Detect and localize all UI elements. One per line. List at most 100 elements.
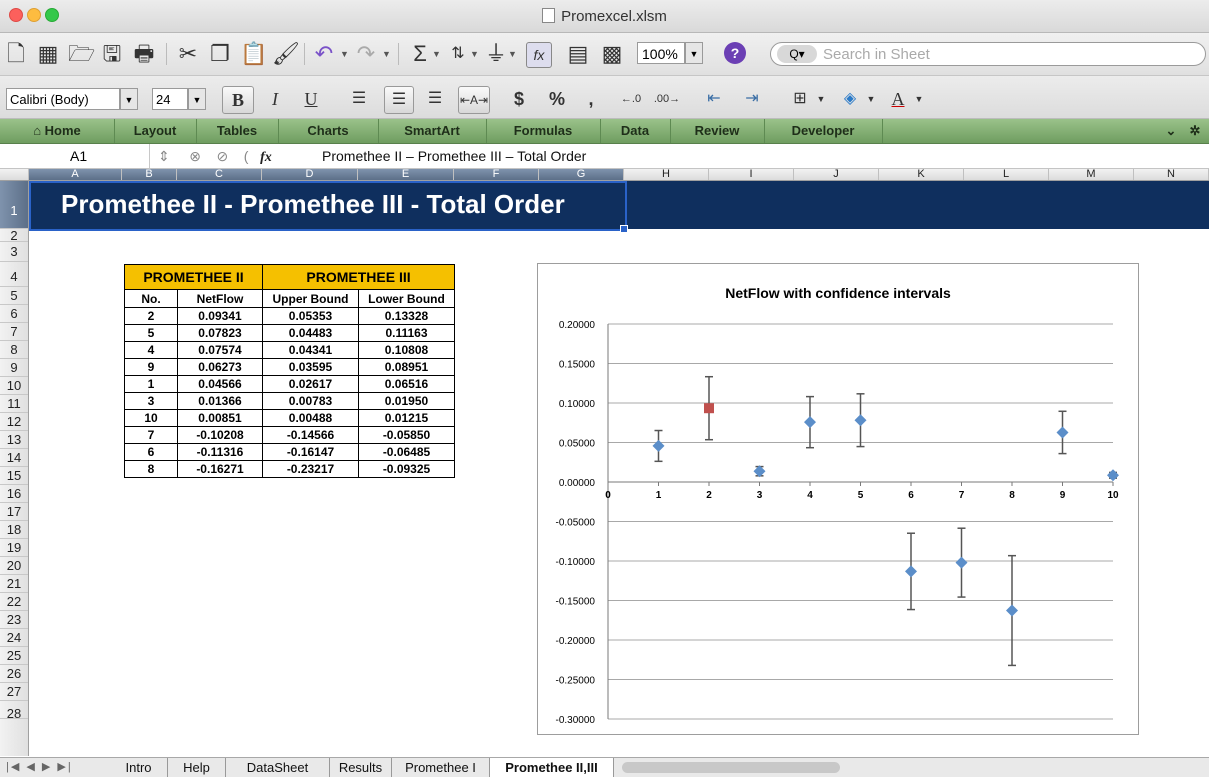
row-header-9[interactable]: 9: [0, 359, 28, 377]
table-cell[interactable]: 0.04483: [262, 324, 359, 342]
table-cell[interactable]: -0.14566: [262, 426, 359, 444]
font-color-icon[interactable]: A: [886, 86, 910, 112]
format-painter-icon[interactable]: 🖌: [272, 42, 300, 66]
tab-smartart[interactable]: SmartArt: [378, 119, 487, 143]
tab-review[interactable]: Review: [670, 119, 765, 143]
sort-icon[interactable]: ⇅: [446, 42, 470, 66]
print-icon[interactable]: 🖶: [132, 42, 156, 66]
row-header-19[interactable]: 19: [0, 539, 28, 557]
name-box-stepper-icon[interactable]: ⇕: [158, 148, 170, 164]
row-header-2[interactable]: 2: [0, 229, 28, 242]
table-cell[interactable]: 0.01366: [177, 392, 263, 410]
column-header-j[interactable]: J: [794, 169, 879, 180]
row-header-13[interactable]: 13: [0, 431, 28, 449]
decrease-indent-icon[interactable]: ⇤: [700, 86, 728, 112]
row-header-23[interactable]: 23: [0, 611, 28, 629]
table-cell[interactable]: 0.08951: [358, 358, 455, 376]
insert-function-button[interactable]: fx: [260, 150, 272, 165]
row-header-24[interactable]: 24: [0, 629, 28, 647]
fill-color-dropdown-icon[interactable]: ▼: [864, 86, 878, 112]
italic-button[interactable]: I: [262, 86, 288, 112]
row-header-16[interactable]: 16: [0, 485, 28, 503]
table-cell[interactable]: 0.07574: [177, 341, 263, 359]
table-cell[interactable]: 0.05353: [262, 307, 359, 325]
table-cell[interactable]: 7: [124, 426, 178, 444]
table-cell[interactable]: -0.05850: [358, 426, 455, 444]
row-header-26[interactable]: 26: [0, 665, 28, 683]
table-cell[interactable]: -0.16147: [262, 443, 359, 461]
row-header-22[interactable]: 22: [0, 593, 28, 611]
sheet-tab-intro[interactable]: Intro: [110, 758, 168, 777]
row-header-10[interactable]: 10: [0, 377, 28, 395]
row-header-6[interactable]: 6: [0, 305, 28, 323]
tab-developer[interactable]: Developer: [764, 119, 883, 143]
sheet-tab-results[interactable]: Results: [330, 758, 392, 777]
column-header-g[interactable]: G: [539, 169, 624, 180]
table-cell[interactable]: 5: [124, 324, 178, 342]
row-header-5[interactable]: 5: [0, 287, 28, 305]
table-cell[interactable]: 0.01950: [358, 392, 455, 410]
gallery-toggle-icon[interactable]: ▤: [566, 42, 590, 66]
row-header-3[interactable]: 3: [0, 242, 28, 262]
font-name-field[interactable]: Calibri (Body): [6, 88, 120, 110]
row-header-20[interactable]: 20: [0, 557, 28, 575]
row-header-1[interactable]: 1: [0, 181, 28, 229]
row-header-17[interactable]: 17: [0, 503, 28, 521]
open-icon[interactable]: 🗁: [68, 42, 95, 66]
underline-button[interactable]: U: [298, 86, 324, 112]
wrap-text-icon[interactable]: ⇤A⇥: [458, 86, 490, 114]
bold-button[interactable]: B: [222, 86, 254, 114]
table-cell[interactable]: 1: [124, 375, 178, 393]
autosum-dropdown-icon[interactable]: ▼: [432, 49, 441, 59]
toolbox-icon[interactable]: ▩: [600, 42, 624, 66]
align-center-icon[interactable]: ☰: [384, 86, 414, 114]
tab-data[interactable]: Data: [600, 119, 671, 143]
borders-dropdown-icon[interactable]: ▼: [814, 86, 828, 112]
help-icon[interactable]: ?: [724, 42, 746, 64]
promethee-iii-header[interactable]: PROMETHEE III: [262, 264, 455, 290]
percent-icon[interactable]: %: [544, 86, 570, 112]
ribbon-settings-icon[interactable]: ✲: [1184, 119, 1206, 143]
align-left-icon[interactable]: ☰: [346, 86, 372, 112]
search-input[interactable]: Search in Sheet: [823, 46, 930, 63]
table-cell[interactable]: -0.10208: [177, 426, 263, 444]
table-cell[interactable]: 0.00851: [177, 409, 263, 427]
font-size-field[interactable]: 24: [152, 88, 188, 110]
row-header-4[interactable]: 4: [0, 262, 28, 287]
increase-indent-icon[interactable]: ⇥: [738, 86, 766, 112]
row-header-25[interactable]: 25: [0, 647, 28, 665]
promethee-ii-header[interactable]: PROMETHEE II: [124, 264, 263, 290]
column-header-l[interactable]: L: [964, 169, 1049, 180]
table-cell[interactable]: 0.07823: [177, 324, 263, 342]
formula-input[interactable]: Promethee II – Promethee III – Total Ord…: [322, 144, 586, 168]
table-cell[interactable]: 0.09341: [177, 307, 263, 325]
row-header-12[interactable]: 12: [0, 413, 28, 431]
search-icon[interactable]: Q▾: [777, 45, 817, 63]
row-header-18[interactable]: 18: [0, 521, 28, 539]
table-cell[interactable]: -0.06485: [358, 443, 455, 461]
decrease-decimal-icon[interactable]: .00→: [652, 86, 682, 112]
row-header-14[interactable]: 14: [0, 449, 28, 467]
table-cell[interactable]: 8: [124, 460, 178, 478]
cancel-icon[interactable]: ⊗: [189, 148, 201, 164]
row-header-28[interactable]: 28: [0, 701, 28, 721]
name-box[interactable]: A1: [0, 144, 150, 168]
table-cell[interactable]: 0.13328: [358, 307, 455, 325]
undo-icon[interactable]: ↶: [312, 42, 336, 66]
table-cell[interactable]: -0.23217: [262, 460, 359, 478]
table-cell[interactable]: 0.00783: [262, 392, 359, 410]
table-cell[interactable]: 0.01215: [358, 409, 455, 427]
save-icon[interactable]: 🖫: [100, 42, 124, 66]
table-cell[interactable]: 0.02617: [262, 375, 359, 393]
column-header-h[interactable]: H: [624, 169, 709, 180]
redo-dropdown-icon[interactable]: ▼: [382, 49, 391, 59]
table-cell[interactable]: 0.04566: [177, 375, 263, 393]
netflow-chart[interactable]: NetFlow with confidence intervals 0.20000…: [537, 263, 1139, 735]
undo-dropdown-icon[interactable]: ▼: [340, 49, 349, 59]
column-header-m[interactable]: M: [1049, 169, 1134, 180]
paste-icon[interactable]: 📋: [240, 42, 267, 66]
increase-decimal-icon[interactable]: ←.0: [616, 86, 646, 112]
table-cell[interactable]: 2: [124, 307, 178, 325]
sheet-tab-promethee-ii-iii[interactable]: Promethee II,III: [490, 758, 614, 777]
gallery-icon[interactable]: ▦: [36, 42, 60, 66]
